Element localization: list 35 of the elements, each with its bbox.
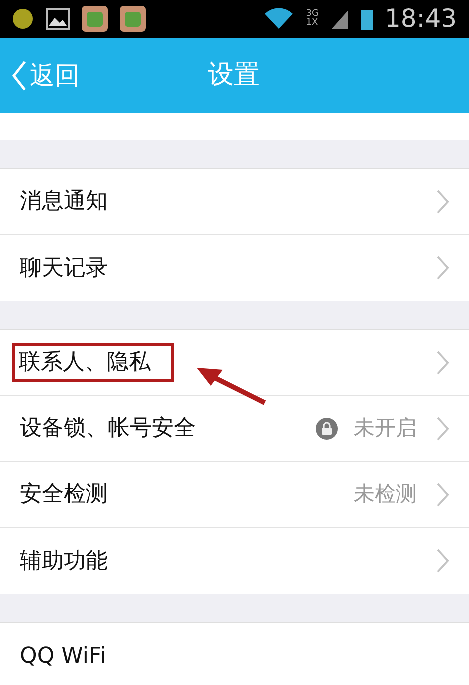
settings-row[interactable]: 聊天记录 bbox=[0, 235, 469, 301]
image-icon bbox=[46, 8, 70, 30]
lock-icon bbox=[316, 418, 338, 440]
network-label: 1X bbox=[306, 19, 319, 28]
row-value: 未检测 bbox=[354, 480, 417, 508]
clock: 18:43 bbox=[384, 3, 457, 36]
back-icon bbox=[12, 60, 26, 90]
chevron-icon bbox=[437, 350, 449, 374]
battery-icon bbox=[360, 8, 373, 30]
chevron-icon bbox=[437, 256, 449, 280]
settings-row[interactable]: 设备锁、帐号安全 未开启 bbox=[0, 396, 469, 462]
chevron-icon bbox=[437, 549, 449, 573]
chevron-icon bbox=[437, 190, 449, 214]
app-icon bbox=[12, 8, 34, 30]
settings-row[interactable]: 消息通知 bbox=[0, 169, 469, 235]
row-label: 设备锁、帐号安全 bbox=[20, 415, 196, 443]
app-icon bbox=[82, 6, 108, 32]
page-title: 设置 bbox=[208, 59, 260, 92]
settings-row[interactable]: 辅助功能 bbox=[0, 528, 469, 594]
network-label: 3G bbox=[306, 10, 319, 19]
settings-row[interactable]: 联系人、隐私 bbox=[0, 330, 469, 396]
row-label: 联系人、隐私 bbox=[12, 343, 174, 382]
row-label: QQ WiFi bbox=[20, 642, 106, 670]
row-value: 未开启 bbox=[354, 414, 417, 442]
row-label: 消息通知 bbox=[20, 188, 108, 216]
chevron-icon bbox=[437, 416, 449, 440]
row-label: 聊天记录 bbox=[20, 254, 108, 282]
row-label: 安全检测 bbox=[20, 481, 108, 509]
wifi-icon bbox=[264, 8, 294, 30]
annotation-arrow bbox=[195, 366, 267, 406]
chevron-icon bbox=[437, 482, 449, 506]
app-icon bbox=[120, 6, 146, 32]
settings-row[interactable]: 安全检测 未检测 bbox=[0, 462, 469, 528]
row-label: 辅助功能 bbox=[20, 548, 108, 576]
settings-row[interactable]: QQ WiFi bbox=[0, 623, 469, 685]
